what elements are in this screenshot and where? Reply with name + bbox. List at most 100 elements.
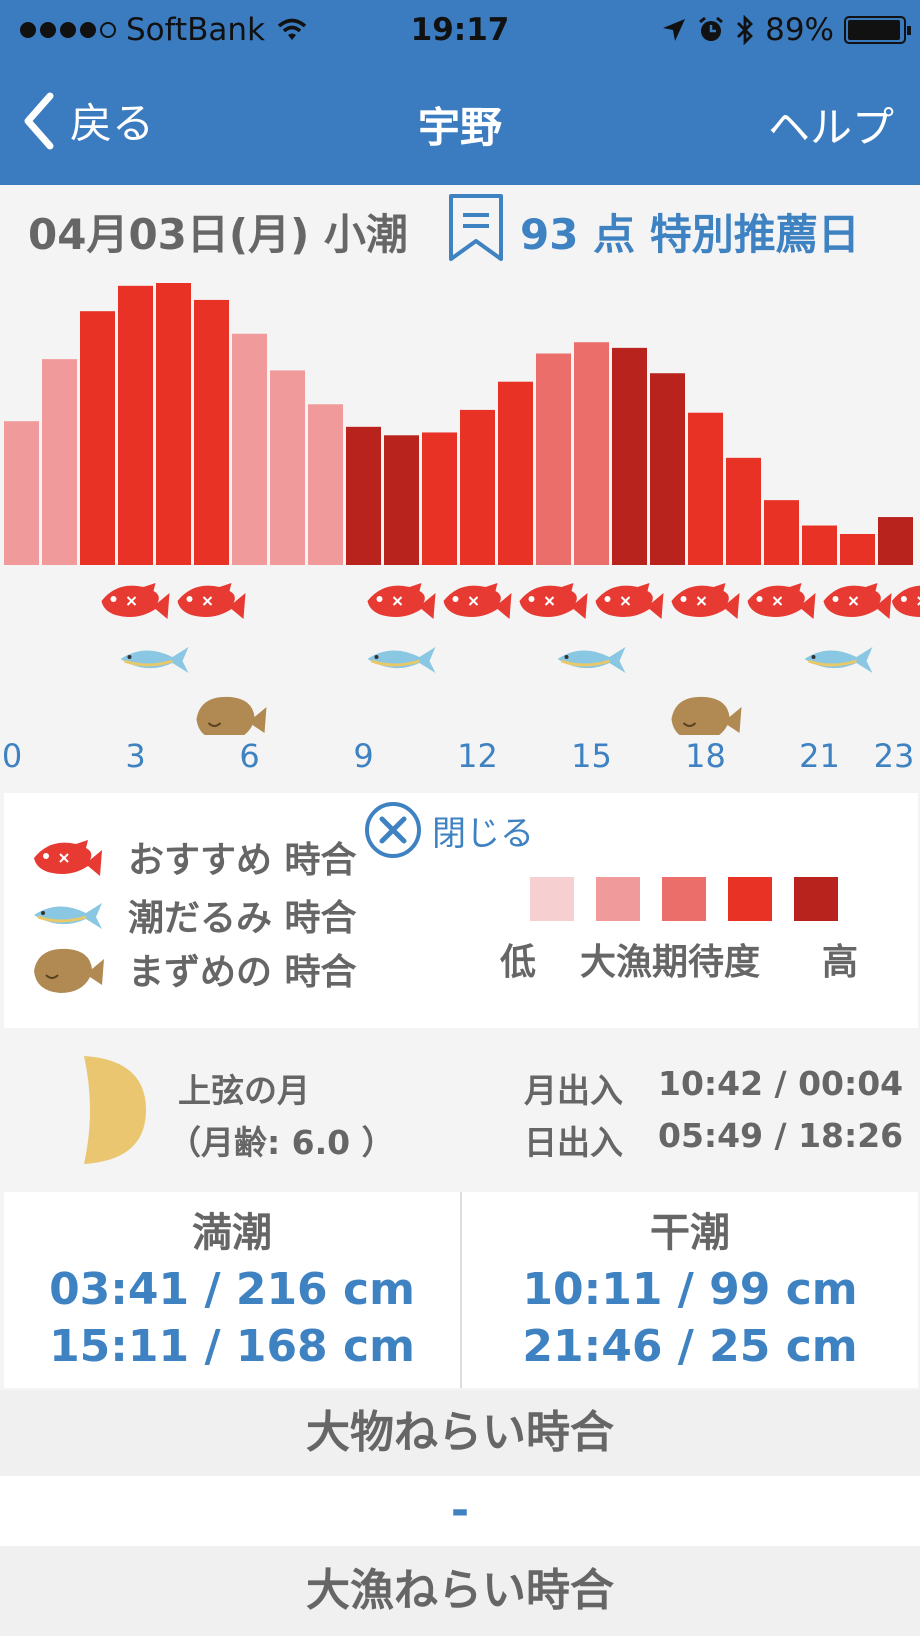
bluetooth-icon — [737, 15, 754, 45]
blue-fish-icon — [557, 647, 626, 673]
x-tick-label: 0 — [1, 737, 23, 775]
chart-bar — [688, 412, 723, 565]
blue-fish-icon — [367, 647, 436, 673]
help-button[interactable]: ヘルプ — [768, 94, 894, 155]
date-row: 04月03日(月) 小潮 93 点 特別推薦日 — [0, 185, 920, 265]
close-label: 閉じる — [432, 813, 534, 854]
chart-bar — [422, 432, 457, 565]
low-tide-column: 干潮 10:11 / 99 cm 21:46 / 25 cm — [462, 1192, 918, 1372]
moonrise-label: 月出入 — [524, 1071, 623, 1110]
x-tick-label: 18 — [685, 737, 726, 775]
score-label: 93 点 特別推薦日 — [520, 210, 860, 259]
tide-table: 満潮 03:41 / 216 cm 15:11 / 168 cm 干潮 10:1… — [4, 1192, 918, 1388]
alarm-icon — [699, 16, 724, 41]
high-tide-header: 満潮 — [192, 1210, 272, 1256]
status-right: 89% — [661, 12, 911, 48]
x-tick-label: 15 — [571, 737, 612, 775]
chart-bar — [42, 359, 77, 565]
chart-bar — [574, 342, 609, 565]
bookmark-icon — [449, 194, 503, 261]
chart-bar — [4, 421, 39, 565]
scale-title: 大漁期待度 — [580, 942, 761, 983]
red-snapper-icon — [443, 583, 512, 619]
x-tick-label: 9 — [353, 737, 374, 775]
close-circle-icon — [365, 802, 421, 858]
chart-bar — [764, 500, 799, 565]
chart-bar — [840, 533, 875, 565]
red-snapper-icon — [747, 583, 816, 619]
x-tick-label: 21 — [799, 737, 840, 775]
red-snapper-icon — [101, 583, 170, 619]
high-tide-2: 15:11 / 168 cm — [49, 1321, 415, 1372]
red-snapper-icon — [177, 583, 246, 619]
half-moon-icon — [84, 1056, 146, 1164]
scale-high-label: 高 — [822, 942, 859, 983]
red-snapper-icon — [519, 583, 588, 619]
chart-bar — [232, 333, 267, 565]
sunrise-times: 05:49 / 18:26 — [658, 1116, 904, 1155]
legend-label: まずめの 時合 — [128, 952, 357, 993]
sunrise-label: 日出入 — [524, 1123, 623, 1162]
moon-section: 上弦の月 （月齢: 6.0 ） 月出入 10:42 / 00:04 日出入 05… — [0, 1030, 920, 1192]
chart-bar — [612, 347, 647, 565]
moon-phase: 上弦の月 — [178, 1071, 310, 1110]
legend-panel: 閉じる おすすめ 時合 潮だるみ 時合 まずめの 時合 低 大漁期待度 高 — [4, 793, 918, 1028]
red-snapper-icon — [367, 583, 436, 619]
chart-bar — [460, 409, 495, 565]
red-snapper-icon — [823, 583, 892, 619]
chart-bar — [802, 525, 837, 565]
legend-item-recommended: おすすめ 時合 — [30, 831, 357, 883]
date-tide-label: 04月03日(月) 小潮 — [28, 210, 408, 259]
x-tick-label: 12 — [457, 737, 498, 775]
chart-bar — [384, 435, 419, 565]
chart-bar — [270, 370, 305, 565]
legend-item-slack-tide: 潮だるみ 時合 — [30, 889, 357, 941]
flounder-icon — [34, 948, 104, 993]
chart-bar — [878, 517, 913, 565]
flounder-icon — [196, 696, 267, 741]
chart-bar — [308, 404, 343, 565]
chart-bar — [80, 311, 115, 565]
legend-label: おすすめ 時合 — [128, 840, 357, 881]
location-arrow-icon — [663, 19, 686, 41]
x-tick-label: 6 — [239, 737, 260, 775]
close-legend-button[interactable]: 閉じる — [364, 801, 534, 859]
scale-low-label: 低 — [500, 942, 537, 983]
red-snapper-icon — [595, 583, 664, 619]
red-snapper-icon — [671, 583, 740, 619]
chart-bar — [536, 353, 571, 565]
chart-bar — [156, 283, 191, 565]
x-tick-label: 3 — [125, 737, 146, 775]
legend-label: 潮だるみ 時合 — [128, 898, 357, 939]
battery-icon — [844, 16, 911, 44]
legend-item-twilight: まずめの 時合 — [30, 941, 357, 997]
chart-bar — [650, 373, 685, 565]
battery-percent: 89% — [765, 12, 834, 48]
high-tide-column: 満潮 03:41 / 216 cm 15:11 / 168 cm — [4, 1192, 460, 1372]
red-snapper-icon — [34, 840, 102, 876]
activity-chart: 0 3 6 9 12 15 18 21 23 — [0, 265, 920, 785]
top-bar: SoftBank 19:17 89% 戻る 宇野 ヘルプ — [0, 0, 920, 185]
low-tide-1: 10:11 / 99 cm — [522, 1264, 858, 1315]
nav-bar: 戻る 宇野 ヘルプ — [0, 80, 920, 170]
flounder-icon — [671, 696, 742, 741]
chart-svg — [4, 283, 920, 741]
scale-swatch — [794, 877, 838, 921]
app-screen: SoftBank 19:17 89% 戻る 宇野 ヘルプ 04月03日(月) 小… — [0, 0, 920, 1636]
scale-swatch — [530, 877, 574, 921]
chart-bar — [726, 457, 761, 565]
blue-fish-icon — [804, 647, 873, 673]
moonrise-times: 10:42 / 00:04 — [658, 1064, 904, 1103]
haul-header: 大漁ねらい時合 — [0, 1546, 920, 1636]
chart-bar — [346, 426, 381, 565]
x-tick-label: 23 — [873, 737, 915, 775]
chart-bar — [194, 299, 229, 565]
big-catch-header: 大物ねらい時合 — [0, 1390, 920, 1476]
low-tide-header: 干潮 — [650, 1210, 730, 1256]
scale-swatch — [728, 877, 772, 921]
high-tide-1: 03:41 / 216 cm — [49, 1264, 415, 1315]
chart-bar — [118, 285, 153, 565]
status-bar: SoftBank 19:17 89% — [0, 0, 920, 62]
scale-swatch — [596, 877, 640, 921]
scale-swatch — [662, 877, 706, 921]
